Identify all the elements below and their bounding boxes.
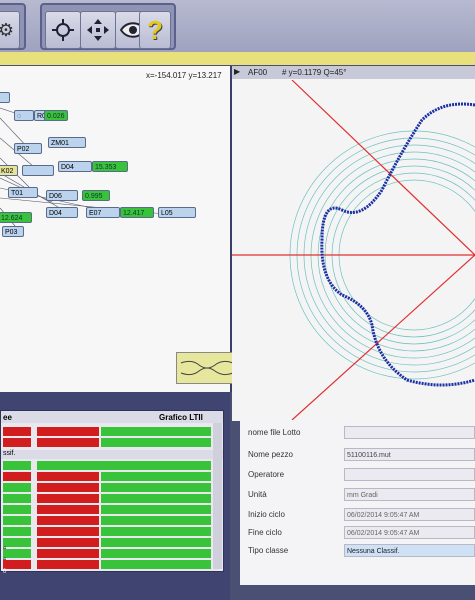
graph-node[interactable]: T01	[8, 187, 38, 198]
operator-field[interactable]	[344, 468, 475, 481]
table-row	[3, 494, 211, 503]
units-field: mm Gradi	[344, 488, 475, 501]
graph-node[interactable]: E07	[86, 207, 120, 218]
move-button[interactable]	[80, 11, 116, 49]
table-row	[3, 527, 211, 536]
help-button[interactable]: ?	[139, 11, 171, 49]
move-arrows-icon	[87, 19, 109, 41]
graph-node[interactable]: D04	[58, 161, 92, 172]
gear-icon: ⚙	[0, 19, 15, 40]
table-row: 0	[3, 560, 211, 575]
plot-header: ▶ AF00 # y=0.1179 Q=45°	[232, 66, 475, 79]
graph-node[interactable]	[0, 92, 10, 103]
graph-node-value: 0.995	[82, 190, 110, 201]
table-row: 6	[3, 549, 211, 564]
graph-node-value: 15.353	[92, 161, 128, 172]
coordinate-readout: x=-154.017 y=13.217	[146, 71, 222, 80]
table-row	[3, 427, 211, 436]
table-row	[3, 472, 211, 481]
settings-button[interactable]: ⚙	[0, 11, 20, 49]
thumbnail-shape	[180, 360, 234, 376]
cycle-start-field: 06/02/2014 9:05:47 AM	[344, 508, 475, 521]
graph-node-value: 0.026	[44, 110, 68, 121]
table-row	[3, 461, 211, 470]
play-icon: ▶	[234, 67, 241, 76]
part-name-field[interactable]: 51100116.mut	[344, 448, 475, 461]
help-icon: ?	[147, 14, 163, 45]
lot-file-field[interactable]	[344, 426, 475, 439]
part-info-form: nome file Lotto Nome pezzo 51100116.mut …	[240, 420, 475, 585]
graph-node[interactable]: K02	[0, 165, 18, 176]
table-row	[3, 516, 211, 525]
class-type-select[interactable]: Nessuna Classif.	[344, 544, 475, 557]
table-row	[3, 483, 211, 492]
table-row: 6	[3, 538, 211, 553]
target-icon	[52, 19, 74, 41]
table-header: ee Grafico LTII	[1, 411, 223, 423]
graph-node[interactable]: ZM01	[48, 137, 86, 148]
toolbar-group-view: ?	[40, 3, 176, 50]
target-button[interactable]	[45, 11, 81, 49]
graph-node[interactable]: D06	[46, 190, 78, 201]
graph-node[interactable]	[22, 165, 54, 176]
graph-node[interactable]: P02	[14, 143, 42, 154]
results-table[interactable]: ee Grafico LTII ssif. 6 6 0	[0, 410, 224, 575]
graph-node-value: 12.624	[0, 212, 32, 223]
graph-node[interactable]: P03	[2, 226, 24, 237]
toolbar-group-left: ⚙	[0, 3, 26, 50]
construction-lines	[232, 80, 475, 420]
graph-node[interactable]: D04	[46, 207, 78, 218]
cycle-end-field: 06/02/2014 9:05:47 AM	[344, 526, 475, 539]
graph-node[interactable]: L05	[158, 207, 196, 218]
toolbar: ⚙ ?	[0, 0, 475, 52]
status-strip	[0, 52, 475, 65]
table-scrollbar[interactable]	[213, 423, 222, 569]
table-row	[3, 505, 211, 514]
profile-plot	[232, 80, 475, 420]
table-row	[3, 438, 211, 447]
table-section: ssif.	[1, 450, 223, 459]
profile-thumbnail[interactable]	[176, 352, 238, 384]
graph-node-value: 12.417	[120, 207, 154, 218]
graph-node-icon[interactable]: ◌	[14, 110, 34, 121]
node-icon: ◌	[17, 113, 22, 120]
